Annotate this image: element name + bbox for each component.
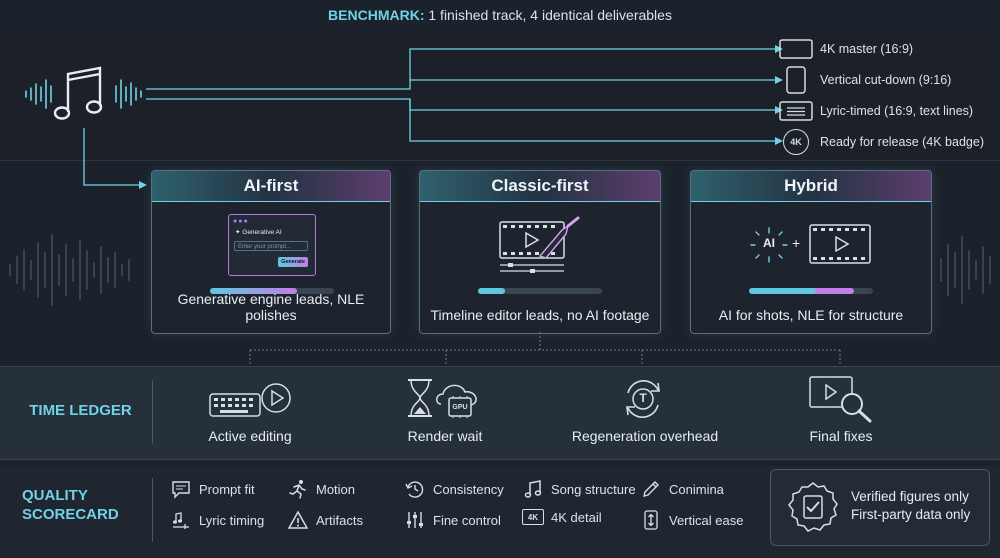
hybrid-ai-label: AI xyxy=(763,236,775,250)
film-play-icon xyxy=(809,224,871,264)
ledger-active-editing: Active editing xyxy=(208,428,292,444)
regenerate-glyph: T xyxy=(639,391,647,405)
keyboard-play-icon xyxy=(209,383,291,417)
text-lines-screen-icon xyxy=(779,101,813,121)
quality-label: Consistency xyxy=(433,481,504,497)
chat-bubble-icon xyxy=(170,478,192,500)
pen-icon xyxy=(640,478,662,500)
time-ledger-title: TIME LEDGER xyxy=(29,402,132,419)
gpu-chip-label: GPU xyxy=(452,404,468,411)
ledger-render-wait: Render wait xyxy=(407,428,483,444)
mock-prompt-input: Enter your prompt... xyxy=(234,241,308,251)
quality-item-prompt-fit: Prompt fit xyxy=(170,478,255,500)
quality-label: Motion xyxy=(316,481,356,497)
approach-card-hybrid: Hybrid AI + AI for shots, NLE for struct… xyxy=(690,170,932,334)
quality-label: Artifacts xyxy=(316,512,363,528)
benchmark-keyword: BENCHMARK: xyxy=(328,7,425,23)
verified-line1: Verified figures only xyxy=(851,489,969,504)
quality-item-conimina: Conimina xyxy=(640,478,724,500)
ledger-final-fixes: Final fixes xyxy=(809,428,873,444)
quality-label: Song structure xyxy=(551,481,636,497)
warning-triangle-icon xyxy=(287,509,309,531)
mock-title-text: Generative AI xyxy=(242,229,282,236)
approach-caption-hybrid: AI for shots, NLE for structure xyxy=(718,307,904,323)
video-magnifier-icon xyxy=(809,376,872,423)
ledger-divider xyxy=(152,380,153,444)
approach-title-ai-first: AI-first xyxy=(152,171,390,202)
deliverable-vertical: Vertical cut-down (9:16) xyxy=(820,73,952,87)
approach-progress-hybrid xyxy=(749,288,873,294)
quality-item-lyric-timing: Lyric timing xyxy=(170,509,264,531)
quality-divider xyxy=(152,478,153,542)
mock-prompt-placeholder: Enter your prompt... xyxy=(238,244,292,250)
benchmark-header: BENCHMARK: 1 finished track, 4 identical… xyxy=(0,0,1000,30)
quality-item-consistency: Consistency xyxy=(404,478,504,500)
quality-title-line2: SCORECARD xyxy=(22,506,119,523)
quality-label: 4K detail xyxy=(551,509,602,525)
hourglass-gpu-cloud-icon xyxy=(408,379,477,418)
benchmark-text: 1 finished track, 4 identical deliverabl… xyxy=(424,7,672,23)
hybrid-plus: + xyxy=(792,235,801,251)
quality-item-artifacts: Artifacts xyxy=(287,509,363,531)
quality-label: Lyric timing xyxy=(199,512,265,528)
window-dots-icon: ●●● xyxy=(233,218,249,225)
generative-ai-mock-window: ●●● ✦ Generative AI Enter your prompt...… xyxy=(228,214,316,276)
verified-data-panel: Verified figures only First-party data o… xyxy=(770,469,990,546)
approach-caption-ai-first: Generative engine leads, NLE polishes xyxy=(177,291,365,323)
music-note-icon xyxy=(522,478,544,500)
approach-caption-classic-first: Timeline editor leads, no AI footage xyxy=(430,307,650,323)
quality-item-fine-control: Fine control xyxy=(404,509,501,531)
deliverable-release: Ready for release (4K badge) xyxy=(820,135,984,149)
approach-progress-classic-first xyxy=(478,288,602,294)
film-timeline-knife-icon xyxy=(499,216,580,273)
background-waveform-left xyxy=(9,234,130,306)
approach-card-classic-first: Classic-first Timeline editor leads, no … xyxy=(419,170,661,334)
quality-title: QUALITY SCORECARD xyxy=(22,486,132,524)
approach-card-ai-first: AI-first ●●● ✦ Generative AI Enter your … xyxy=(151,170,391,334)
approach-progress-fill xyxy=(478,288,506,294)
quality-item-song-structure: Song structure xyxy=(522,478,636,500)
4k-badge-icon: 4K xyxy=(783,129,809,155)
quality-item-motion: Motion xyxy=(287,478,355,500)
portrait-phone-icon xyxy=(786,66,806,94)
quality-item-4k-detail: 4K 4K detail xyxy=(522,509,602,525)
deliverable-4k-master: 4K master (16:9) xyxy=(820,42,914,56)
verified-seal-icon xyxy=(788,482,838,532)
quality-label: Fine control xyxy=(433,512,501,528)
mock-title: ✦ Generative AI xyxy=(235,229,282,236)
vertical-arrows-icon xyxy=(640,509,662,531)
quality-label: Conimina xyxy=(669,481,724,497)
quality-label: Prompt fit xyxy=(199,481,255,497)
verified-line2: First-party data only xyxy=(851,507,971,522)
quality-title-line1: QUALITY xyxy=(22,487,88,504)
clock-arrows-icon xyxy=(404,478,426,500)
quality-label: Vertical ease xyxy=(669,512,744,528)
quality-item-vertical-ease: Vertical ease xyxy=(640,509,743,531)
ledger-connector xyxy=(249,332,841,366)
deliverable-lyric: Lyric-timed (16:9, text lines) xyxy=(820,104,974,118)
running-figure-icon xyxy=(287,478,309,500)
4k-box-icon: 4K xyxy=(522,509,544,525)
ledger-regeneration-overhead: Regeneration overhead xyxy=(571,428,719,444)
approach-title-hybrid: Hybrid xyxy=(691,171,931,202)
mock-generate-label: Generate xyxy=(281,259,305,265)
approach-title-classic-first: Classic-first xyxy=(420,171,660,202)
mock-generate-button: Generate xyxy=(278,257,308,267)
4k-box-text: 4K xyxy=(527,512,539,522)
landscape-screen-icon xyxy=(779,39,813,59)
approach-progress-fill xyxy=(749,288,855,294)
background-waveform-right xyxy=(940,236,991,304)
4k-badge-text: 4K xyxy=(790,137,802,147)
sliders-icon xyxy=(404,509,426,531)
notes-timing-icon xyxy=(170,509,192,531)
